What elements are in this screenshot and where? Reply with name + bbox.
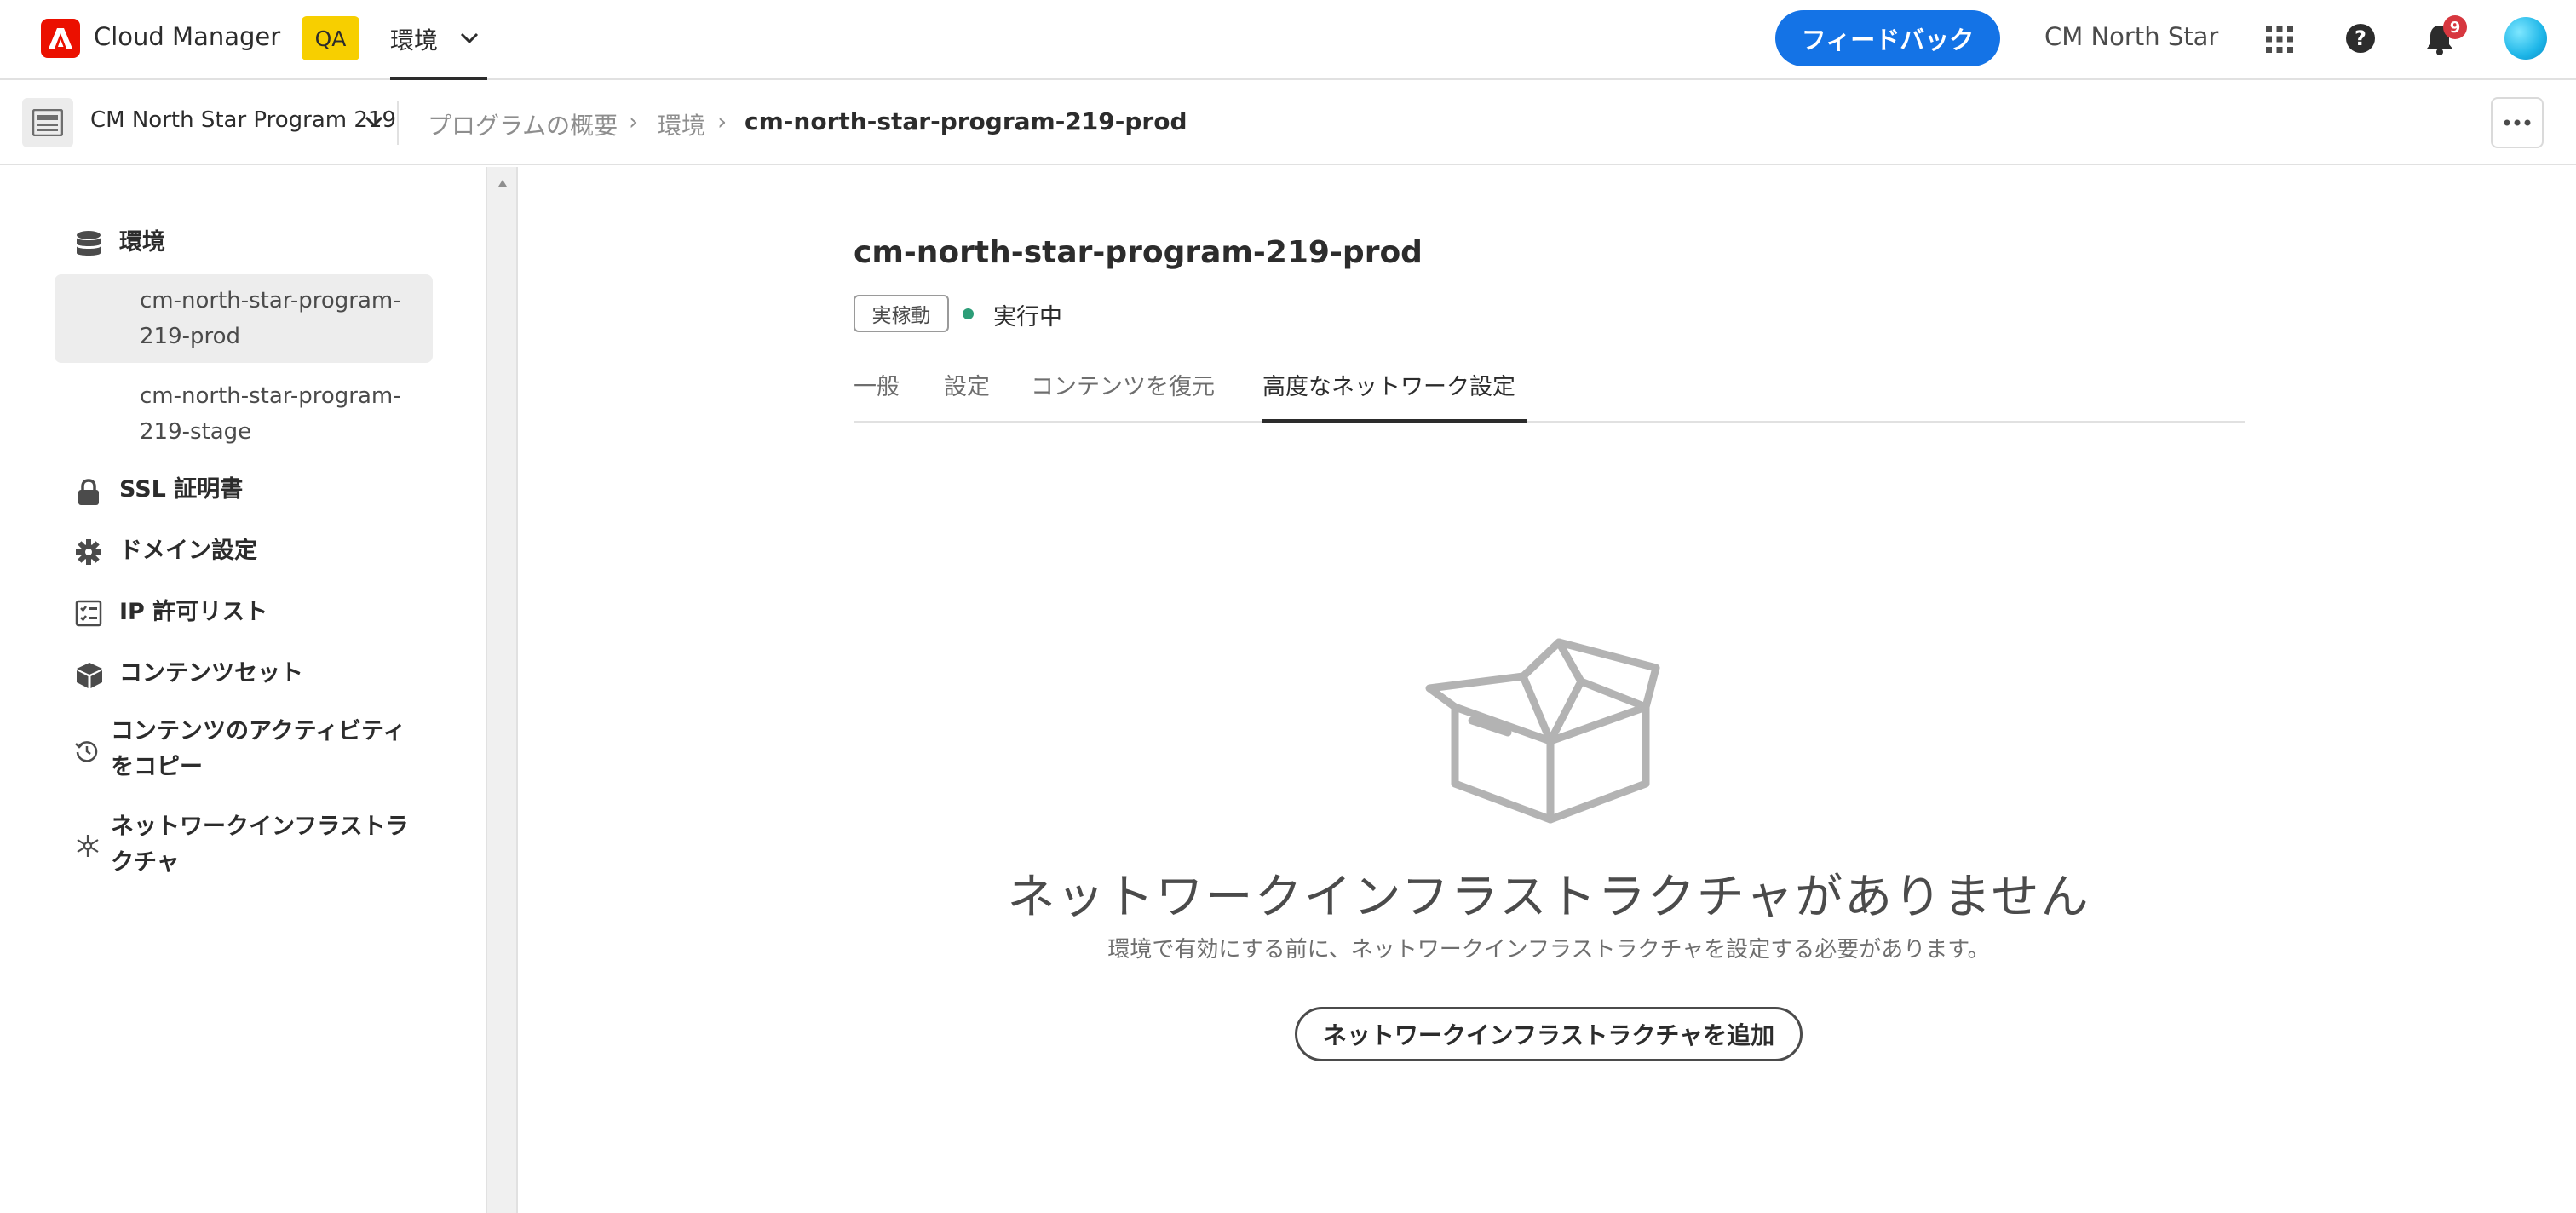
- sidebar-item-label: SSL 証明書: [119, 476, 244, 503]
- chevron-down-icon: [460, 32, 479, 44]
- lock-icon: [78, 479, 99, 505]
- top-section-switcher[interactable]: 環境: [390, 0, 487, 80]
- box-icon: [77, 663, 102, 688]
- notification-count-badge: 9: [2443, 15, 2467, 39]
- page-title: cm-north-star-program-219-prod: [854, 235, 1423, 270]
- top-section-label: 環境: [390, 26, 439, 55]
- sidebar-item-environments[interactable]: 環境: [0, 223, 477, 266]
- sidebar-item-label: ドメイン設定: [119, 538, 257, 564]
- tab-advanced-networking[interactable]: 高度なネットワーク設定: [1262, 368, 1527, 423]
- sidebar-item-label: ネットワークインフラストラクチャ: [111, 813, 409, 876]
- tab-general[interactable]: 一般: [854, 368, 900, 423]
- sidebar: 環境 cm-north-star-program-219-prod cm-nor…: [0, 167, 487, 1213]
- status-indicator-icon: [963, 308, 974, 319]
- feedback-button[interactable]: フィードバック: [1775, 10, 2000, 66]
- sidebar-item-copy-content-activity[interactable]: コンテンツのアクティビティをコピー: [0, 714, 477, 796]
- network-icon: [77, 835, 99, 857]
- program-switcher[interactable]: CM North Star Program 219: [90, 107, 396, 133]
- checklist-icon: [75, 600, 102, 627]
- more-icon: [2504, 119, 2531, 126]
- tab-restore-content[interactable]: コンテンツを復元: [1031, 368, 1215, 423]
- database-icon: [77, 231, 101, 256]
- sidebar-item-label: IP 許可リスト: [119, 599, 268, 625]
- env-badge: QA: [302, 16, 359, 60]
- sidebar-item-label: 環境: [119, 229, 165, 256]
- environment-type-tag: 実稼動: [854, 295, 949, 332]
- breadcrumb-separator: ›: [629, 107, 639, 135]
- sidebar-item-content-sets[interactable]: コンテンツセット: [0, 656, 477, 697]
- breadcrumb-separator: ›: [717, 107, 727, 135]
- empty-state-description: 環境で有効にする前に、ネットワークインフラストラクチャを設定する必要があります。: [1107, 937, 1990, 963]
- sidebar-item-label: コンテンツのアクティビティをコピー: [111, 718, 406, 780]
- sidebar-env-label: cm-north-star-program-219-stage: [140, 383, 401, 445]
- app-name[interactable]: Cloud Manager: [94, 22, 280, 51]
- status-text: 実行中: [993, 304, 1062, 331]
- breadcrumb-current: cm-north-star-program-219-prod: [745, 107, 1187, 135]
- scroll-up-icon[interactable]: [497, 179, 508, 187]
- org-switcher[interactable]: CM North Star: [2044, 22, 2218, 51]
- divider: [397, 101, 399, 145]
- sidebar-env-label: cm-north-star-program-219-prod: [140, 288, 401, 349]
- sidebar-item-domain-settings[interactable]: ドメイン設定: [0, 533, 477, 574]
- svg-text:?: ?: [2355, 26, 2366, 50]
- history-icon: [75, 741, 98, 762]
- tab-bar: 一般 設定 コンテンツを復元 高度なネットワーク設定: [854, 358, 2245, 423]
- chevron-down-icon[interactable]: [365, 116, 383, 128]
- program-icon[interactable]: [22, 98, 73, 147]
- add-network-infrastructure-button[interactable]: ネットワークインフラストラクチャを追加: [1295, 1007, 1803, 1061]
- gear-icon: [76, 539, 101, 565]
- sidebar-item-ssl[interactable]: SSL 証明書: [0, 472, 477, 513]
- tab-settings[interactable]: 設定: [944, 368, 990, 423]
- breadcrumb-program-overview[interactable]: プログラムの概要: [428, 107, 618, 141]
- breadcrumb-environments[interactable]: 環境: [658, 107, 705, 141]
- more-actions-button[interactable]: [2491, 97, 2544, 148]
- empty-box-illustration-icon: [1425, 638, 1660, 824]
- adobe-logo-icon[interactable]: [41, 19, 80, 58]
- empty-state-heading: ネットワークインフラストラクチャがありません: [1007, 870, 2090, 925]
- top-navigation-bar: Cloud Manager QA 環境 フィードバック CM North Sta…: [0, 0, 2576, 80]
- sidebar-env-prod[interactable]: cm-north-star-program-219-prod: [55, 274, 433, 363]
- help-icon[interactable]: ?: [2344, 22, 2377, 55]
- breadcrumb-bar: CM North Star Program 219 プログラムの概要 › 環境 …: [0, 80, 2576, 165]
- sidebar-item-ip-allow-list[interactable]: IP 許可リスト: [0, 595, 477, 635]
- user-avatar[interactable]: [2504, 17, 2547, 60]
- apps-grid-icon[interactable]: [2264, 24, 2295, 55]
- sidebar-scrollbar[interactable]: [487, 167, 518, 1213]
- sidebar-env-stage[interactable]: cm-north-star-program-219-stage: [55, 370, 433, 458]
- sidebar-item-network-infrastructure[interactable]: ネットワークインフラストラクチャ: [0, 809, 477, 891]
- sidebar-item-label: コンテンツセット: [119, 660, 303, 687]
